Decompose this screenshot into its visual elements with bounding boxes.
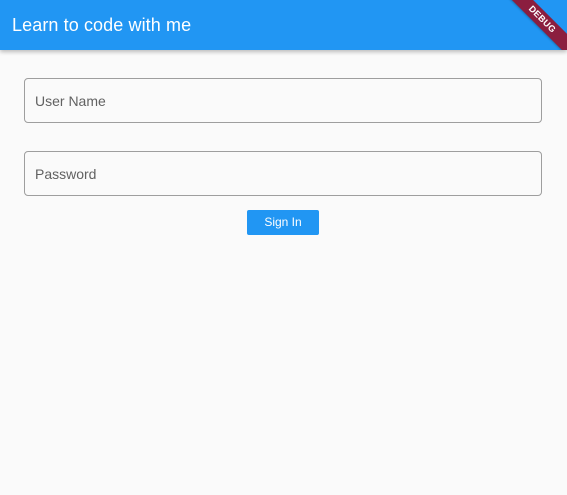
app-bar: Learn to code with me DEBUG xyxy=(0,0,567,50)
username-field[interactable] xyxy=(24,78,542,123)
page-title: Learn to code with me xyxy=(12,15,192,35)
debug-banner: DEBUG xyxy=(497,0,567,50)
username-input[interactable] xyxy=(35,79,529,122)
password-field[interactable] xyxy=(24,151,542,196)
password-input[interactable] xyxy=(35,152,529,195)
sign-in-button[interactable]: Sign In xyxy=(247,210,319,235)
